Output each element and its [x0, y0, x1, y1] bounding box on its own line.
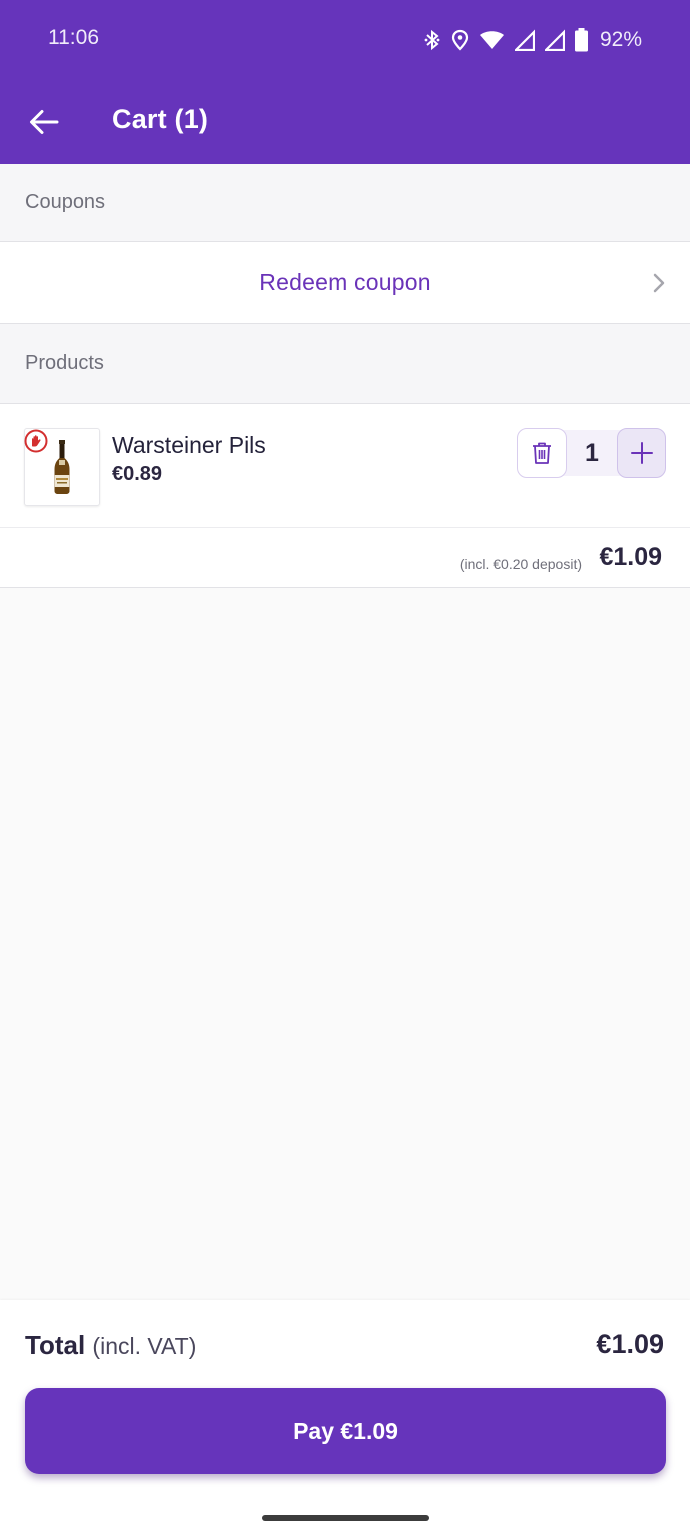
line-total: €1.09: [599, 543, 662, 571]
product-price: €0.89: [112, 463, 163, 485]
signal-icon: [544, 29, 565, 51]
signal-icon: [514, 29, 535, 51]
deposit-note: (incl. €0.20 deposit): [459, 556, 582, 572]
back-button[interactable]: [20, 100, 68, 144]
age-restriction-hand-icon: [24, 429, 48, 453]
bluetooth-icon: [424, 29, 440, 51]
coupons-section-title: Coupons: [25, 191, 106, 213]
total-label-vat: (incl. VAT): [92, 1333, 197, 1359]
plus-icon: [630, 442, 653, 464]
page-title: Cart (1): [112, 104, 209, 134]
status-icons: 92%: [423, 26, 642, 54]
trash-icon: [533, 442, 551, 464]
products-section-header: Products: [0, 324, 690, 404]
quantity-stepper: 1: [517, 428, 666, 478]
remove-item-button[interactable]: [517, 428, 567, 478]
products-section-title: Products: [25, 352, 104, 374]
coupons-section-header: Coupons: [0, 164, 690, 242]
pay-button[interactable]: Pay €1.09: [25, 1388, 666, 1474]
status-time: 11:06: [48, 26, 99, 49]
battery-percent: 92%: [599, 28, 642, 51]
arrow-left-icon: [30, 110, 59, 134]
quantity-value: 1: [585, 438, 599, 467]
total-label: Total (incl. VAT): [25, 1330, 196, 1361]
increase-quantity-button[interactable]: [617, 428, 666, 478]
wifi-icon: [479, 31, 504, 49]
checkout-footer: Total (incl. VAT) €1.09 Pay €1.09: [0, 1300, 690, 1536]
location-icon: [451, 29, 469, 51]
total-amount: €1.09: [596, 1329, 664, 1359]
product-name: Warsteiner Pils: [112, 432, 266, 458]
total-label-main: Total: [25, 1330, 86, 1360]
battery-icon: [574, 28, 588, 52]
cart-item: Warsteiner Pils €0.89 1: [0, 404, 690, 528]
redeem-coupon-label: Redeem coupon: [259, 269, 431, 295]
chevron-right-icon: [653, 273, 665, 293]
status-bar: 11:06 92%: [0, 0, 690, 80]
app-header: 11:06 92% Cart (1): [0, 0, 690, 164]
item-total-row: (incl. €0.20 deposit) €1.09: [0, 528, 690, 588]
home-indicator[interactable]: [262, 1515, 429, 1521]
redeem-coupon-button[interactable]: Redeem coupon: [0, 242, 690, 324]
pay-button-label: Pay €1.09: [293, 1417, 398, 1444]
